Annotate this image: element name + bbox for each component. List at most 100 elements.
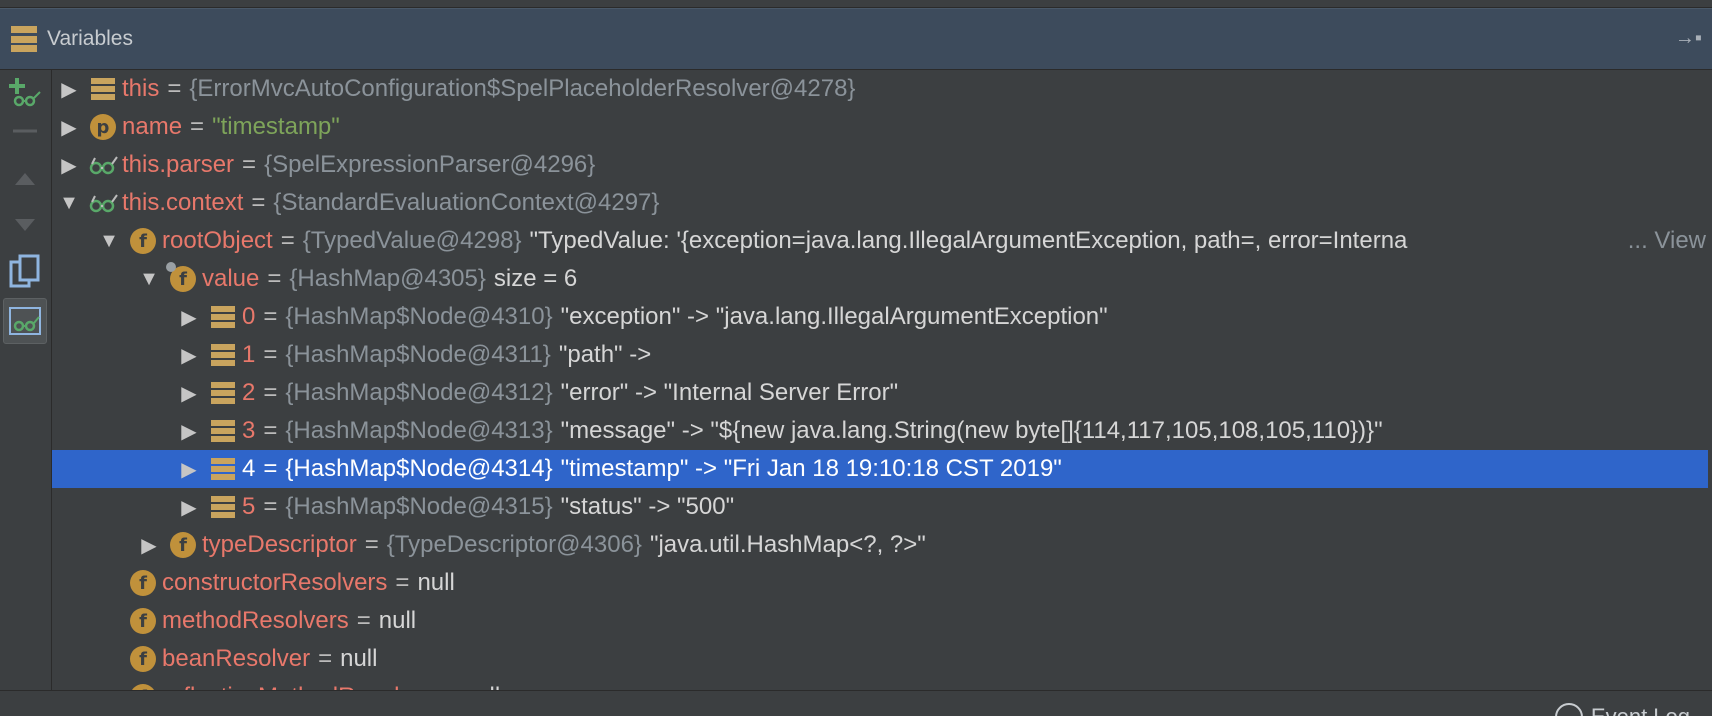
remove-watch-button[interactable] bbox=[0, 108, 50, 154]
equals-sign: = bbox=[263, 417, 278, 444]
equals-sign: = bbox=[356, 607, 371, 634]
object-ref: {TypedValue@4298} bbox=[302, 227, 522, 254]
tree-row[interactable]: ▶ 2 = {HashMap$Node@4312} "error" -> "In… bbox=[52, 374, 1712, 412]
value-text: null bbox=[463, 683, 500, 690]
tree-row[interactable]: ▶ 5 = {HashMap$Node@4315} "status" -> "5… bbox=[52, 488, 1712, 526]
field-icon: f bbox=[130, 608, 156, 634]
variable-name: 1 bbox=[242, 341, 256, 368]
variable-name: this.context bbox=[122, 189, 244, 216]
copy-button[interactable] bbox=[0, 248, 50, 294]
value-text: "exception" -> "java.lang.IllegalArgumen… bbox=[560, 303, 1108, 330]
watches-icon bbox=[9, 307, 41, 335]
view-link[interactable]: ... View bbox=[1623, 227, 1706, 255]
show-watches-button[interactable] bbox=[3, 298, 47, 344]
variables-tree[interactable]: ▶ this = {ErrorMvcAutoConfiguration$Spel… bbox=[52, 70, 1712, 690]
variable-name: 4 bbox=[242, 455, 256, 482]
equals-sign: = bbox=[242, 151, 257, 178]
object-ref: {HashMap$Node@4315} bbox=[285, 493, 553, 520]
object-ref: {ErrorMvcAutoConfiguration$SpelPlacehold… bbox=[189, 75, 856, 102]
pin-icon[interactable]: →▪ bbox=[1675, 27, 1702, 50]
expand-arrow-icon[interactable]: ▶ bbox=[176, 418, 202, 444]
variable-name: 5 bbox=[242, 493, 256, 520]
expand-arrow-icon[interactable]: ▶ bbox=[176, 456, 202, 482]
variable-name: constructorResolvers bbox=[162, 569, 388, 596]
tree-row[interactable]: ▶ this.parser = {SpelExpressionParser@42… bbox=[52, 146, 1712, 184]
equals-sign: = bbox=[318, 645, 333, 672]
value-text: "status" -> "500" bbox=[560, 493, 735, 520]
tree-row[interactable]: ▶ f typeDescriptor = {TypeDescriptor@430… bbox=[52, 526, 1712, 564]
variable-name: name bbox=[122, 113, 183, 140]
object-ref: {SpelExpressionParser@4296} bbox=[264, 151, 596, 178]
equals-sign: = bbox=[395, 569, 410, 596]
tree-row[interactable]: ▼ f value = {HashMap@4305} size = 6 bbox=[52, 260, 1712, 298]
equals-sign: = bbox=[251, 189, 266, 216]
object-ref: {HashMap$Node@4313} bbox=[285, 417, 553, 444]
expand-arrow-icon[interactable]: ▶ bbox=[56, 76, 82, 102]
panel-title: Variables bbox=[47, 27, 133, 50]
object-icon bbox=[208, 454, 238, 484]
field-icon: f bbox=[130, 646, 156, 672]
pin-marker-icon bbox=[166, 262, 176, 272]
expand-arrow-icon[interactable]: ▶ bbox=[176, 494, 202, 520]
variable-name: typeDescriptor bbox=[202, 531, 357, 558]
value-text: null bbox=[340, 645, 378, 672]
value-text: null bbox=[417, 569, 455, 596]
tree-row[interactable]: f reflectiveMethodResolver = null bbox=[52, 678, 1712, 690]
value-text: "java.util.HashMap<?, ?>" bbox=[649, 531, 926, 558]
value-text: null bbox=[378, 607, 417, 634]
watch-glasses-icon bbox=[88, 188, 118, 218]
copy-icon bbox=[9, 254, 40, 288]
expand-arrow-icon[interactable]: ▶ bbox=[176, 342, 202, 368]
tree-row[interactable]: ▶ 0 = {HashMap$Node@4310} "exception" ->… bbox=[52, 298, 1712, 336]
tree-row[interactable]: ▶ 3 = {HashMap$Node@4313} "message" -> "… bbox=[52, 412, 1712, 450]
tree-row[interactable]: ▼ f rootObject = {TypedValue@4298} "Type… bbox=[52, 222, 1712, 260]
value-text: "timestamp" -> "Fri Jan 18 19:10:18 CST … bbox=[560, 455, 1062, 482]
down-triangle-icon bbox=[15, 219, 35, 231]
equals-sign: = bbox=[441, 683, 455, 690]
equals-sign: = bbox=[263, 341, 278, 368]
variable-name: this.parser bbox=[122, 151, 235, 178]
tree-row[interactable]: ▶ 1 = {HashMap$Node@4311} "path" -> bbox=[52, 336, 1712, 374]
object-ref: {HashMap@4305} bbox=[289, 265, 486, 292]
move-down-button[interactable] bbox=[0, 202, 50, 248]
object-ref: {HashMap$Node@4312} bbox=[285, 379, 553, 406]
collapse-arrow-icon[interactable]: ▼ bbox=[56, 190, 82, 216]
field-icon: f bbox=[130, 570, 156, 596]
expand-arrow-icon[interactable]: ▶ bbox=[56, 114, 82, 140]
expand-arrow-icon[interactable]: ▶ bbox=[56, 152, 82, 178]
event-log-label: Event Log bbox=[1591, 704, 1690, 716]
object-icon bbox=[208, 340, 238, 370]
variable-name: beanResolver bbox=[162, 645, 311, 672]
tree-row[interactable]: ▼ this.context = {StandardEvaluationCont… bbox=[52, 184, 1712, 222]
string-value: "timestamp" bbox=[212, 113, 340, 140]
value-text: "path" -> bbox=[558, 341, 652, 368]
expand-arrow-icon[interactable]: ▶ bbox=[176, 304, 202, 330]
object-ref: {TypeDescriptor@4306} bbox=[386, 531, 642, 558]
event-log-button[interactable]: Event Log bbox=[1554, 703, 1690, 716]
tree-row[interactable]: f beanResolver = null bbox=[52, 640, 1712, 678]
watch-glasses-icon bbox=[88, 150, 118, 180]
equals-sign: = bbox=[190, 113, 205, 140]
expand-arrow-icon[interactable]: ▶ bbox=[136, 532, 162, 558]
object-ref: {HashMap$Node@4311} bbox=[285, 341, 551, 368]
object-ref: {HashMap$Node@4310} bbox=[285, 303, 553, 330]
equals-sign: = bbox=[263, 303, 278, 330]
variables-icon bbox=[11, 26, 37, 52]
tree-row[interactable]: f methodResolvers = null bbox=[52, 602, 1712, 640]
equals-sign: = bbox=[167, 75, 182, 102]
tree-row[interactable]: ▶ this = {ErrorMvcAutoConfiguration$Spel… bbox=[52, 70, 1712, 108]
value-text: "message" -> "${new java.lang.String(new… bbox=[560, 417, 1383, 444]
tree-row-selected[interactable]: ▶ 4 = {HashMap$Node@4314} "timestamp" ->… bbox=[52, 450, 1708, 488]
up-triangle-icon bbox=[15, 173, 35, 185]
minus-icon bbox=[13, 129, 37, 133]
object-icon bbox=[208, 492, 238, 522]
event-log-icon bbox=[1554, 703, 1583, 716]
collapse-arrow-icon[interactable]: ▼ bbox=[96, 228, 122, 254]
object-icon bbox=[208, 302, 238, 332]
tree-row[interactable]: f constructorResolvers = null bbox=[52, 564, 1712, 602]
expand-arrow-icon[interactable]: ▶ bbox=[176, 380, 202, 406]
collapse-arrow-icon[interactable]: ▼ bbox=[136, 266, 162, 292]
tree-row[interactable]: ▶ p name = "timestamp" bbox=[52, 108, 1712, 146]
add-watch-icon bbox=[9, 78, 41, 107]
move-up-button[interactable] bbox=[0, 156, 50, 202]
